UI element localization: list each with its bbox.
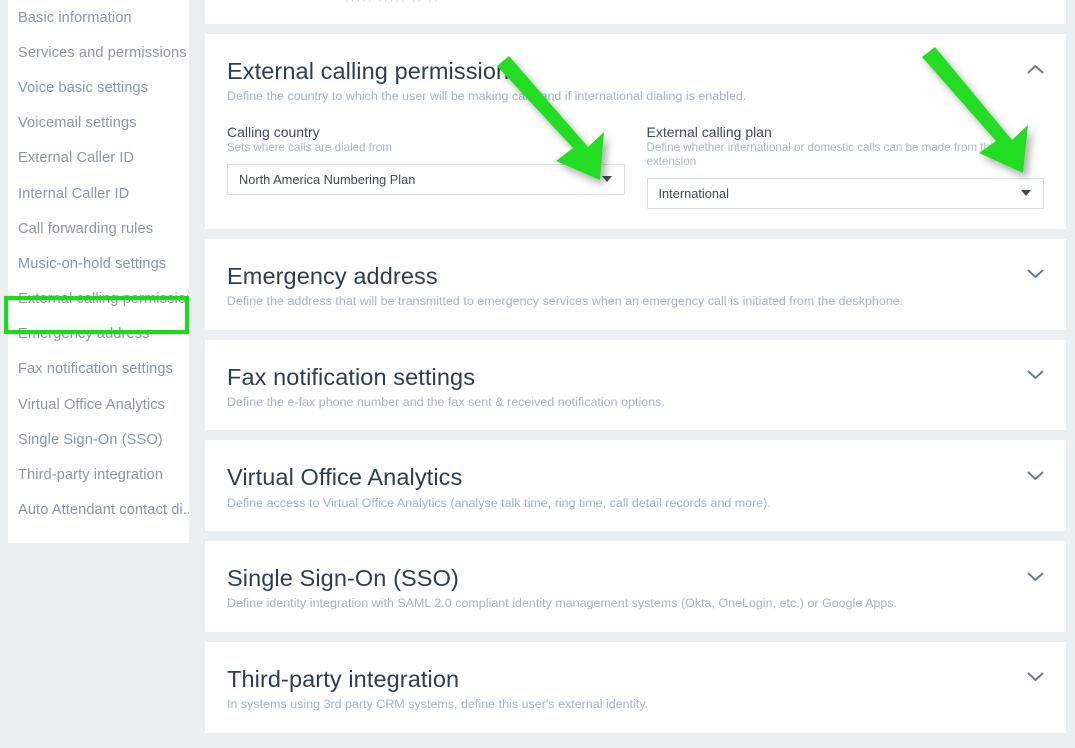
chevron-down-icon[interactable]: [1026, 366, 1044, 384]
section-title: Emergency address: [227, 262, 438, 289]
field-calling-country: Calling country Sets where calls are dia…: [227, 124, 625, 209]
sidebar-item-label: Music-on-hold settings: [18, 255, 167, 272]
section-card-third-party-integration[interactable]: Third-party integration In systems using…: [205, 641, 1066, 733]
calling-country-dropdown[interactable]: North America Numbering Plan: [227, 163, 625, 195]
field-label: External calling plan: [646, 123, 772, 140]
section-title: Virtual Office Analytics: [227, 464, 463, 491]
section-description: Define the country to which the user wil…: [227, 89, 747, 104]
section-description: Define identity integration with SAML 2.…: [227, 596, 898, 611]
chevron-down-icon[interactable]: [1026, 567, 1044, 585]
settings-page: Basic information Services and permissio…: [0, 0, 1075, 748]
sidebar-item-label: Voice basic settings: [18, 79, 149, 96]
section-description: Define access to Virtual Office Analytic…: [227, 495, 771, 510]
sidebar-item-label: External calling permission: [18, 291, 189, 308]
section-card-fax-notification-settings[interactable]: Fax notification settings Define the e-f…: [205, 339, 1066, 431]
sidebar-item-services-and-permissions[interactable]: Services and permissions: [8, 35, 189, 71]
sidebar-item-label: Services and permissions: [18, 44, 187, 61]
sidebar-item-label: Call forwarding rules: [18, 220, 154, 237]
chevron-up-icon[interactable]: [1026, 60, 1044, 78]
sidebar-item-third-party-integration[interactable]: Third-party integration: [8, 457, 189, 493]
sidebar-item-music-on-hold-settings[interactable]: Music-on-hold settings: [8, 246, 189, 282]
sidebar-item-label: Voicemail settings: [18, 115, 137, 132]
sidebar-item-voice-basic-settings[interactable]: Voice basic settings: [8, 70, 189, 106]
calling-country-value: North America Numbering Plan: [239, 171, 416, 187]
settings-main-column: ····· ····· ·· ·· External calling permi…: [205, 0, 1066, 748]
section-description: In systems using 3rd party CRM systems, …: [227, 697, 649, 712]
sidebar-item-internal-caller-id[interactable]: Internal Caller ID: [8, 175, 189, 212]
external-calling-plan-dropdown[interactable]: International: [646, 177, 1044, 209]
sidebar-item-label: Emergency address: [18, 326, 150, 343]
sidebar-item-label: Basic information: [18, 9, 132, 26]
sidebar-item-emergency-address[interactable]: Emergency address: [8, 316, 189, 352]
field-label: Calling country: [227, 123, 320, 140]
sidebar-item-label: Virtual Office Analytics: [18, 396, 166, 413]
field-hint: Define whether international or domestic…: [646, 140, 999, 168]
section-fields: Calling country Sets where calls are dia…: [227, 124, 1044, 209]
section-title: Single Sign-On (SSO): [227, 565, 459, 592]
sidebar-item-label: Single Sign-On (SSO): [18, 431, 163, 448]
chevron-down-icon[interactable]: [1026, 265, 1044, 283]
settings-sidebar: Basic information Services and permissio…: [8, 0, 189, 543]
external-calling-plan-value: International: [658, 185, 729, 201]
sidebar-item-label: External Caller ID: [18, 150, 135, 167]
section-title: Third-party integration: [227, 665, 460, 692]
sidebar-item-label: Auto Attendant contact di...: [18, 502, 189, 519]
chevron-down-icon: [601, 176, 612, 183]
sidebar-item-external-calling-permission[interactable]: External calling permission: [8, 281, 189, 317]
field-external-calling-plan: External calling plan Define whether int…: [646, 123, 1044, 209]
section-description: Define the address that will be transmit…: [227, 294, 904, 309]
sidebar-item-label: Internal Caller ID: [18, 185, 130, 202]
field-hint: Sets where calls are dialed from: [227, 140, 392, 154]
section-card-virtual-office-analytics[interactable]: Virtual Office Analytics Define access t…: [205, 440, 1066, 532]
chevron-down-icon[interactable]: [1026, 668, 1044, 686]
cut-off-text: ····· ····· ·· ··: [345, 0, 440, 7]
section-card-partial-top: ····· ····· ·· ··: [205, 0, 1066, 24]
sidebar-item-single-sign-on[interactable]: Single Sign-On (SSO): [8, 422, 189, 458]
sidebar-item-auto-attendant-contact-directory[interactable]: Auto Attendant contact di...: [8, 492, 189, 528]
sidebar-item-external-caller-id[interactable]: External Caller ID: [8, 140, 189, 176]
section-card-single-sign-on[interactable]: Single Sign-On (SSO) Define identity int…: [205, 541, 1066, 632]
section-title: Fax notification settings: [227, 363, 476, 390]
chevron-down-icon[interactable]: [1026, 466, 1044, 484]
chevron-down-icon: [1021, 190, 1031, 197]
section-card-emergency-address[interactable]: Emergency address Define the address tha…: [205, 238, 1066, 330]
section-card-external-calling-permission: External calling permission Define the c…: [205, 34, 1066, 229]
sidebar-item-basic-information[interactable]: Basic information: [8, 0, 189, 36]
sidebar-item-call-forwarding-rules[interactable]: Call forwarding rules: [8, 211, 189, 247]
sidebar-item-label: Third-party integration: [18, 467, 164, 484]
sidebar-item-virtual-office-analytics[interactable]: Virtual Office Analytics: [8, 387, 189, 423]
sidebar-item-fax-notification-settings[interactable]: Fax notification settings: [8, 351, 189, 388]
section-description: Define the e-fax phone number and the fa…: [227, 394, 665, 409]
sidebar-item-voicemail-settings[interactable]: Voicemail settings: [8, 105, 189, 141]
section-title: External calling permission: [227, 58, 510, 84]
sidebar-item-label: Fax notification settings: [18, 361, 174, 378]
